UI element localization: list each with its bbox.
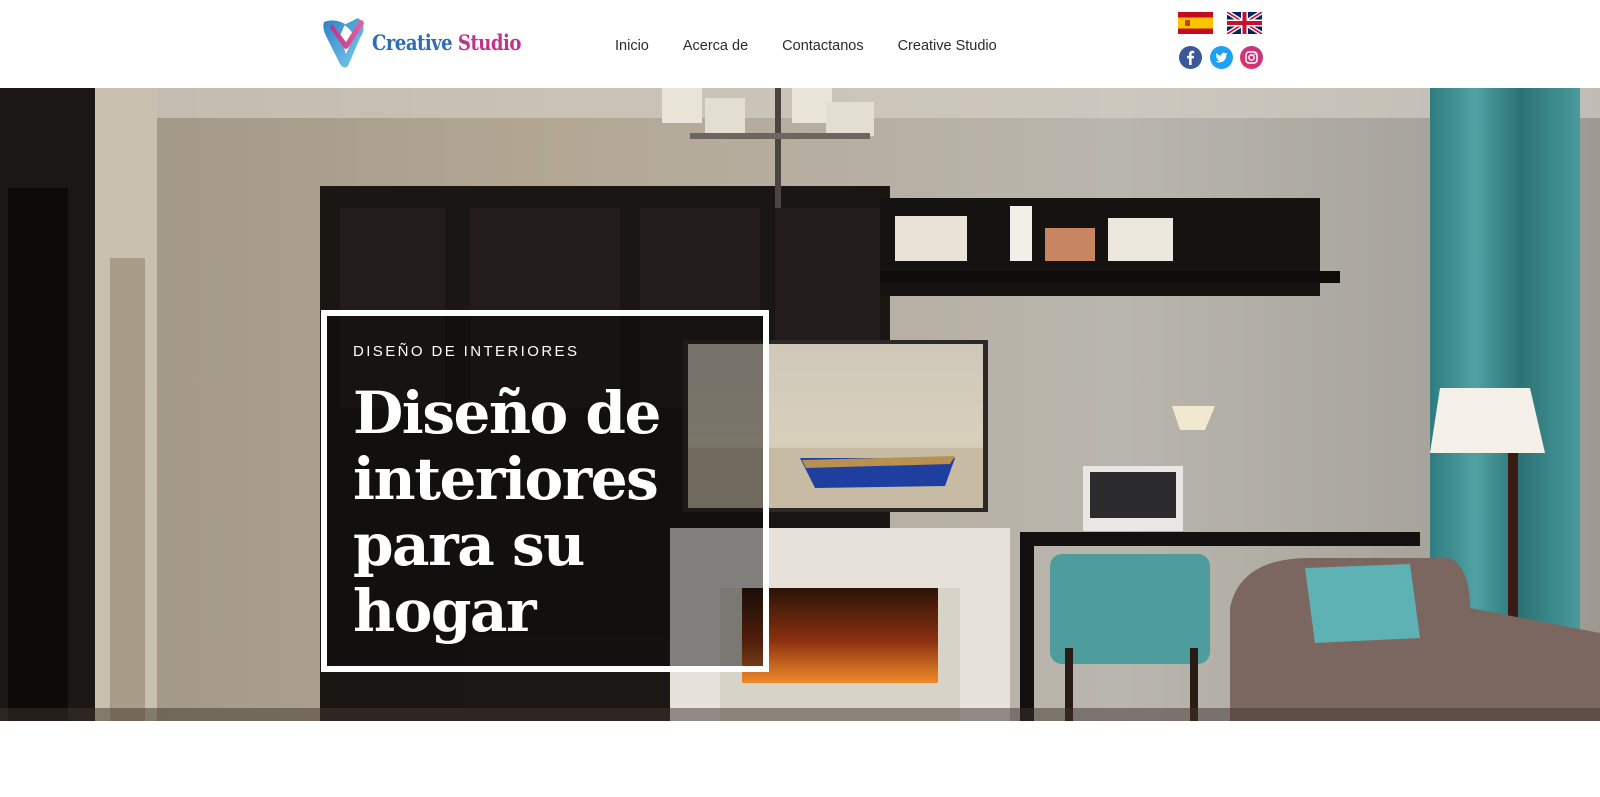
brand-name: Creative Studio [372, 30, 521, 55]
hero-title-line: hogar [353, 577, 537, 645]
facebook-icon[interactable] [1179, 46, 1202, 69]
brand-name-part2: Studio [457, 29, 521, 55]
uk-flag-icon[interactable] [1227, 12, 1262, 34]
logo-mark-icon [323, 18, 364, 68]
hero-banner: DISEÑO DE INTERIORES Diseño de interiore… [0, 88, 1600, 721]
nav-item-contactanos[interactable]: Contactanos [782, 38, 863, 54]
spain-flag-icon[interactable] [1178, 12, 1213, 34]
hero-title: Diseño de interiores para su hogar [353, 380, 683, 644]
hero-title-line: interiores [353, 445, 659, 513]
page-content-area [0, 721, 1600, 797]
hero-title-line: Diseño de [353, 379, 661, 447]
brand-name-part1: Creative [372, 29, 453, 55]
site-header: Creative Studio Inicio Acerca de Contact… [0, 0, 1600, 88]
nav-item-inicio[interactable]: Inicio [615, 38, 649, 54]
hero-title-line: para su [353, 511, 585, 579]
nav-item-acerca-de[interactable]: Acerca de [683, 38, 748, 54]
main-nav: Inicio Acerca de Contactanos Creative St… [615, 38, 1031, 54]
hero-text-box: DISEÑO DE INTERIORES Diseño de interiore… [321, 310, 769, 672]
twitter-icon[interactable] [1210, 46, 1233, 69]
living-room-image [0, 88, 1600, 721]
brand-logo[interactable]: Creative Studio [320, 14, 545, 70]
instagram-icon[interactable] [1240, 46, 1263, 69]
nav-item-creative-studio[interactable]: Creative Studio [898, 38, 997, 54]
hero-eyebrow: DISEÑO DE INTERIORES [353, 343, 580, 360]
